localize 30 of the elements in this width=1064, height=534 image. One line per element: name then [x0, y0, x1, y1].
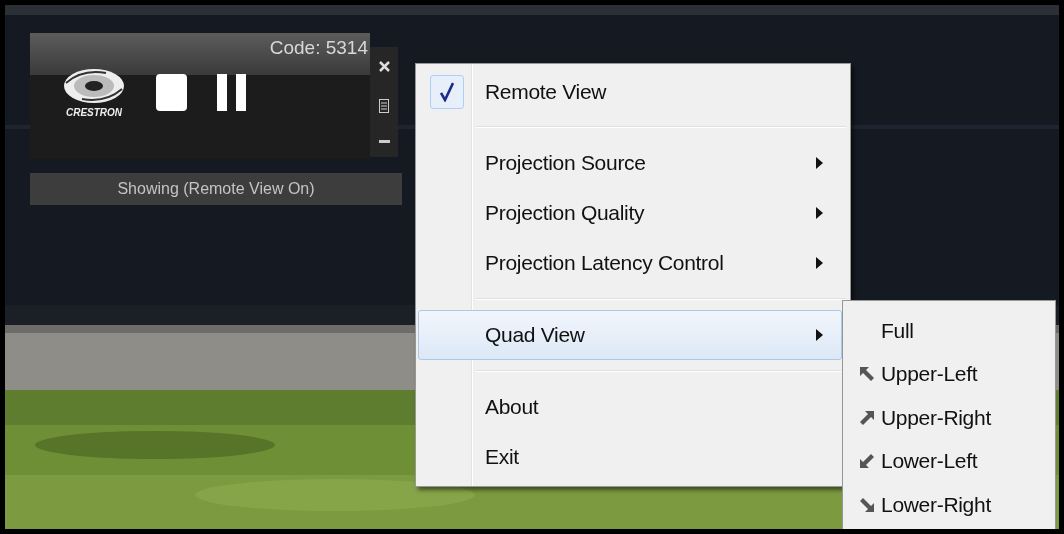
- diagonal-arrow-icon: [859, 409, 875, 426]
- menu-icon[interactable]: [379, 99, 389, 113]
- submenu-arrow-icon: [816, 257, 823, 269]
- menu-item[interactable]: Projection Quality: [418, 188, 842, 238]
- diagonal-arrow-icon: [859, 496, 875, 513]
- diagonal-arrow-icon: [859, 366, 875, 383]
- menu-item[interactable]: About: [418, 382, 842, 432]
- submenu-arrow-icon: [816, 157, 823, 169]
- submenu-item[interactable]: Upper-Right: [843, 396, 1055, 440]
- submenu-item[interactable]: Lower-Right: [843, 483, 1055, 527]
- submenu-item[interactable]: Lower-Left: [843, 439, 1055, 483]
- status-text: Showing (Remote View On): [117, 180, 315, 198]
- diagonal-arrow-icon: [859, 453, 875, 470]
- menu-item[interactable]: Exit: [418, 432, 842, 482]
- submenu-item[interactable]: Full: [843, 309, 1055, 353]
- menu-item[interactable]: Projection Latency Control: [418, 238, 842, 288]
- minimize-icon[interactable]: [378, 140, 390, 144]
- pause-icon[interactable]: [217, 74, 247, 111]
- logo-text: CRESTRON: [65, 107, 123, 118]
- menu-item[interactable]: Quad View: [418, 310, 842, 360]
- checkbox[interactable]: [430, 75, 464, 109]
- code-label: Code: 5314: [269, 36, 369, 59]
- submenu-arrow-icon: [816, 207, 823, 219]
- checkmark-icon: [440, 82, 454, 102]
- swirl-logo-icon: [62, 67, 126, 105]
- close-icon[interactable]: [378, 60, 390, 72]
- submenu-item[interactable]: Upper-Left: [843, 352, 1055, 396]
- menu-item[interactable]: Projection Source: [418, 138, 842, 188]
- menu-item[interactable]: Remote View: [418, 68, 842, 116]
- submenu-arrow-icon: [816, 329, 823, 341]
